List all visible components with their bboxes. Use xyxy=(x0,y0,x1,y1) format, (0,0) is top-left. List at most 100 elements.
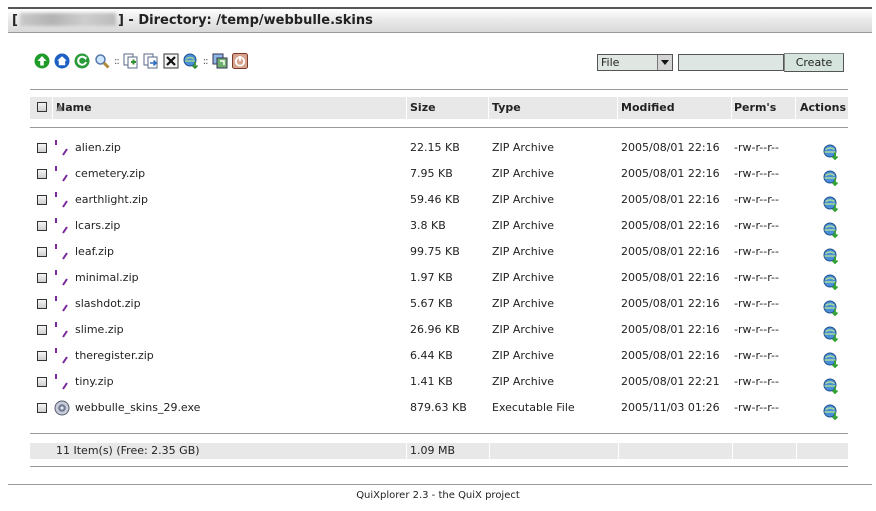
move-icon[interactable] xyxy=(143,53,159,69)
file-size: 5.67 KB xyxy=(410,297,453,310)
zip-file-icon xyxy=(54,192,70,211)
credit-line: QuiXplorer 2.3 - the QuiX project xyxy=(356,490,520,501)
file-type: ZIP Archive xyxy=(492,297,555,310)
row-checkbox[interactable] xyxy=(37,247,47,257)
file-type: ZIP Archive xyxy=(492,219,555,232)
table-row[interactable]: leaf.zip 99.75 KB ZIP Archive 2005/08/01 22… xyxy=(30,240,848,266)
zip-file-icon xyxy=(54,296,70,315)
file-perms[interactable]: -rw-r--r-- xyxy=(734,349,779,362)
file-name-link[interactable]: slime.zip xyxy=(75,323,124,336)
reload-icon[interactable] xyxy=(74,53,90,69)
file-perms[interactable]: -rw-r--r-- xyxy=(734,323,779,336)
file-type: ZIP Archive xyxy=(492,167,555,180)
download-icon[interactable] xyxy=(823,378,839,397)
up-icon[interactable] xyxy=(34,53,50,69)
sort-ascending-icon: ▲ xyxy=(56,103,63,113)
create-form: File Create xyxy=(597,53,844,72)
row-checkbox[interactable] xyxy=(37,169,47,179)
file-perms[interactable]: -rw-r--r-- xyxy=(734,141,779,154)
row-checkbox[interactable] xyxy=(37,195,47,205)
download-icon[interactable] xyxy=(823,326,839,345)
file-perms[interactable]: -rw-r--r-- xyxy=(734,219,779,232)
row-checkbox[interactable] xyxy=(37,299,47,309)
download-icon[interactable] xyxy=(823,196,839,215)
download-icon[interactable] xyxy=(823,404,839,423)
create-button[interactable]: Create xyxy=(784,53,844,72)
column-header-perms[interactable]: Perm's xyxy=(734,97,776,119)
search-icon[interactable] xyxy=(94,53,110,69)
file-size: 22.15 KB xyxy=(410,141,460,154)
header-cell-name: Name ▲ xyxy=(53,97,406,119)
file-name-link[interactable]: webbulle_skins_29.exe xyxy=(75,401,200,414)
new-item-name-input[interactable] xyxy=(678,54,784,71)
file-perms[interactable]: -rw-r--r-- xyxy=(734,375,779,388)
table-row[interactable]: lcars.zip 3.8 KB ZIP Archive 2005/08/01 22:… xyxy=(30,214,848,240)
download-icon[interactable] xyxy=(823,352,839,371)
logout-icon[interactable] xyxy=(231,53,248,69)
zip-file-icon xyxy=(54,140,70,159)
download-icon[interactable] xyxy=(823,274,839,293)
blurred-username xyxy=(19,13,116,26)
file-name-link[interactable]: theregister.zip xyxy=(75,349,154,362)
select-all-checkbox[interactable] xyxy=(37,102,47,112)
file-modified: 2005/08/01 22:16 xyxy=(621,167,720,180)
file-perms[interactable]: -rw-r--r-- xyxy=(734,167,779,180)
file-modified: 2005/11/03 01:26 xyxy=(621,401,720,414)
delete-icon[interactable] xyxy=(163,53,179,69)
unzip-icon[interactable] xyxy=(212,53,228,69)
column-header-actions: Actions xyxy=(800,101,846,114)
row-checkbox[interactable] xyxy=(37,325,47,335)
table-row[interactable]: minimal.zip 1.97 KB ZIP Archive 2005/08/01 … xyxy=(30,266,848,292)
table-row[interactable]: cemetery.zip 7.95 KB ZIP Archive 2005/08/01… xyxy=(30,162,848,188)
zip-file-icon xyxy=(54,166,70,185)
chevron-down-icon[interactable] xyxy=(657,55,672,70)
download-icon[interactable] xyxy=(823,300,839,319)
file-modified: 2005/08/01 22:16 xyxy=(621,349,720,362)
row-checkbox[interactable] xyxy=(37,403,47,413)
row-checkbox[interactable] xyxy=(37,273,47,283)
file-size: 99.75 KB xyxy=(410,245,460,258)
table-row[interactable]: tiny.zip 1.41 KB ZIP Archive 2005/08/01 22:… xyxy=(30,370,848,396)
file-name-link[interactable]: slashdot.zip xyxy=(75,297,141,310)
header-cell-modified: Modified xyxy=(618,97,731,119)
table-row[interactable]: webbulle_skins_29.exe 879.63 KB Executable… xyxy=(30,396,848,422)
file-name-link[interactable]: cemetery.zip xyxy=(75,167,145,180)
file-perms[interactable]: -rw-r--r-- xyxy=(734,271,779,284)
table-row[interactable]: slime.zip 26.96 KB ZIP Archive 2005/08/01 2… xyxy=(30,318,848,344)
copy-icon[interactable] xyxy=(123,53,139,69)
new-item-type-value: File xyxy=(601,56,620,69)
home-icon[interactable] xyxy=(54,53,70,69)
table-row[interactable]: earthlight.zip 59.46 KB ZIP Archive 2005/08… xyxy=(30,188,848,214)
row-checkbox[interactable] xyxy=(37,143,47,153)
file-name-link[interactable]: earthlight.zip xyxy=(75,193,148,206)
file-type: ZIP Archive xyxy=(492,271,555,284)
file-perms[interactable]: -rw-r--r-- xyxy=(734,297,779,310)
file-name-link[interactable]: lcars.zip xyxy=(75,219,120,232)
table-row[interactable]: theregister.zip 6.44 KB ZIP Archive 2005/08… xyxy=(30,344,848,370)
column-header-size[interactable]: Size xyxy=(410,97,436,119)
file-type: ZIP Archive xyxy=(492,193,555,206)
file-name-link[interactable]: tiny.zip xyxy=(75,375,114,388)
table-row[interactable]: slashdot.zip 5.67 KB ZIP Archive 2005/08/01… xyxy=(30,292,848,318)
new-item-type-select[interactable]: File xyxy=(597,54,673,71)
header-cell-type: Type xyxy=(489,97,617,119)
file-size: 26.96 KB xyxy=(410,323,460,336)
download-icon[interactable] xyxy=(823,222,839,241)
download-icon[interactable] xyxy=(823,144,839,163)
row-checkbox[interactable] xyxy=(37,221,47,231)
file-perms[interactable]: -rw-r--r-- xyxy=(734,193,779,206)
row-checkbox[interactable] xyxy=(37,351,47,361)
row-checkbox[interactable] xyxy=(37,377,47,387)
download-icon[interactable] xyxy=(823,170,839,189)
header-cell-perms: Perm's xyxy=(732,97,795,119)
download-icon[interactable] xyxy=(823,248,839,267)
file-perms[interactable]: -rw-r--r-- xyxy=(734,401,779,414)
column-header-type[interactable]: Type xyxy=(492,97,521,119)
column-header-modified[interactable]: Modified xyxy=(621,97,675,119)
file-name-link[interactable]: leaf.zip xyxy=(75,245,114,258)
file-name-link[interactable]: alien.zip xyxy=(75,141,121,154)
upload-icon[interactable] xyxy=(183,53,199,69)
file-name-link[interactable]: minimal.zip xyxy=(75,271,139,284)
file-perms[interactable]: -rw-r--r-- xyxy=(734,245,779,258)
table-row[interactable]: alien.zip 22.15 KB ZIP Archive 2005/08/01 2… xyxy=(30,136,848,162)
